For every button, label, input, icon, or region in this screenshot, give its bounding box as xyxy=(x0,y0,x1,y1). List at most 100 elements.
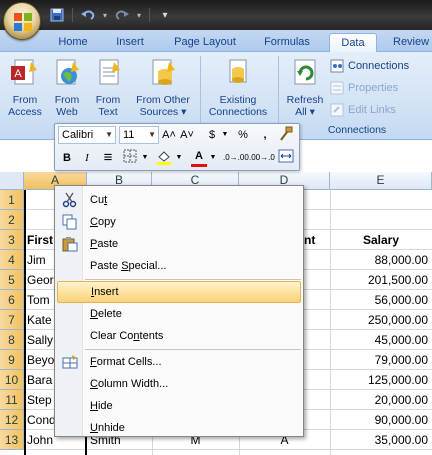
chevron-down-icon[interactable]: ▾ xyxy=(101,6,109,24)
unhide-accelerator: U xyxy=(90,422,98,434)
shrink-font-button[interactable]: A˅ xyxy=(179,126,195,144)
chevron-down-icon[interactable]: ▼ xyxy=(141,149,149,167)
row-header-6[interactable]: 6 xyxy=(0,290,24,310)
tab-insert[interactable]: Insert xyxy=(107,33,153,52)
font-size-select[interactable]: 11 ▼ xyxy=(119,126,159,144)
clear-label-post: tents xyxy=(139,330,164,342)
cell-e13[interactable]: 35,000.00 xyxy=(330,430,432,450)
from-access-button[interactable]: A From Access xyxy=(4,56,46,118)
format-painter-button[interactable] xyxy=(277,126,295,144)
cell-e6[interactable]: 56,000.00 xyxy=(330,290,432,310)
redo-icon[interactable] xyxy=(113,6,131,24)
cell-e10[interactable]: 125,000.00 xyxy=(330,370,432,390)
increase-decimal-button[interactable]: .0→.00 xyxy=(223,149,249,167)
delete-accelerator: D xyxy=(90,308,98,320)
chevron-down-icon[interactable]: ▼ xyxy=(175,149,183,167)
row-header-5[interactable]: 5 xyxy=(0,270,24,290)
menu-item-paste[interactable]: Paste xyxy=(57,233,301,255)
menu-item-paste-special[interactable]: Paste Special... xyxy=(57,255,301,277)
undo-icon[interactable] xyxy=(79,6,97,24)
cell-e4[interactable]: 88,000.00 xyxy=(330,250,432,270)
cell-e11[interactable]: 20,000.00 xyxy=(330,390,432,410)
unhide-label-post: nhide xyxy=(97,422,125,434)
menu-item-unhide[interactable]: Unhide xyxy=(57,417,301,439)
currency-button[interactable]: $ xyxy=(205,126,219,144)
connections-group-label: Connections xyxy=(327,124,387,136)
tab-formulas[interactable]: Formulas xyxy=(255,33,319,52)
font-color-button[interactable]: A xyxy=(191,147,207,167)
cell-e3[interactable]: Salary xyxy=(330,230,432,250)
menu-item-insert[interactable]: Insert xyxy=(57,281,301,303)
comma-button[interactable]: , xyxy=(259,126,271,144)
existing-connections-icon xyxy=(229,59,247,83)
tab-data[interactable]: Data xyxy=(329,33,377,53)
svg-text:A: A xyxy=(14,68,22,80)
properties-button[interactable]: Properties xyxy=(330,78,398,98)
hide-label-post: ide xyxy=(97,400,113,412)
copy-icon xyxy=(62,214,77,230)
menu-item-format-cells[interactable]: Format Cells... xyxy=(57,351,301,373)
row-header-11[interactable]: 11 xyxy=(0,390,24,410)
tab-page-layout[interactable]: Page Layout xyxy=(165,33,245,52)
cell-d3[interactable]: nt xyxy=(304,230,330,250)
from-web-button[interactable]: From Web xyxy=(47,56,87,118)
refresh-all-button[interactable]: Refresh All ▾ xyxy=(282,56,328,118)
fill-color-button[interactable] xyxy=(155,149,173,167)
tab-review[interactable]: Review xyxy=(387,33,432,52)
menu-item-delete[interactable]: Delete xyxy=(57,303,301,325)
bold-button[interactable]: B xyxy=(59,149,75,167)
tab-home[interactable]: Home xyxy=(49,33,97,52)
from-other-sources-button[interactable]: From Other Sources ▾ xyxy=(130,56,196,118)
paste-special-label-pre: Paste xyxy=(90,260,122,272)
percent-button[interactable]: % xyxy=(235,126,251,144)
menu-item-clear-contents[interactable]: Clear Contents xyxy=(57,325,301,347)
row-header-1[interactable]: 1 xyxy=(0,190,24,210)
row-header-4[interactable]: 4 xyxy=(0,250,24,270)
row-header-2[interactable]: 2 xyxy=(0,210,24,230)
save-icon[interactable] xyxy=(48,6,66,24)
cell-e7[interactable]: 250,000.00 xyxy=(330,310,432,330)
menu-item-cut[interactable]: Cut xyxy=(57,189,301,211)
font-name-value: Calibri xyxy=(62,129,94,141)
paintbrush-icon xyxy=(280,126,293,141)
grow-font-button[interactable]: A˄ xyxy=(161,126,177,144)
chevron-down-icon[interactable]: ▾ xyxy=(135,6,143,24)
merge-center-button[interactable] xyxy=(277,149,295,167)
edit-links-button[interactable]: Edit Links xyxy=(330,100,396,120)
borders-button[interactable] xyxy=(121,149,139,167)
menu-item-copy[interactable]: Copy xyxy=(57,211,301,233)
decrease-decimal-button[interactable]: .00→.0 xyxy=(249,149,275,167)
row-header-9[interactable]: 9 xyxy=(0,350,24,370)
paste-special-accelerator: S xyxy=(121,260,129,272)
existing-line1: Existing xyxy=(219,94,257,106)
cell-e12[interactable]: 90,000.00 xyxy=(330,410,432,430)
row-header-3[interactable]: 3 xyxy=(0,230,24,250)
chevron-down-icon[interactable]: ▼ xyxy=(221,126,229,144)
select-all-corner[interactable] xyxy=(0,172,24,190)
existing-connections-button[interactable]: Existing Connections xyxy=(203,56,273,118)
menu-item-hide[interactable]: Hide xyxy=(57,395,301,417)
chevron-down-icon[interactable]: ▼ xyxy=(209,149,217,167)
column-header-e[interactable]: E xyxy=(330,172,432,190)
font-name-select[interactable]: Calibri ▼ xyxy=(58,126,116,144)
row-header-8[interactable]: 8 xyxy=(0,330,24,350)
office-button[interactable] xyxy=(3,2,41,40)
row-header-12[interactable]: 12 xyxy=(0,410,24,430)
center-align-button[interactable]: ≡ xyxy=(99,149,117,167)
cell-e5[interactable]: 201,500.00 xyxy=(330,270,432,290)
cell-e9[interactable]: 79,000.00 xyxy=(330,350,432,370)
from-text-button[interactable]: From Text xyxy=(88,56,128,118)
refresh-icon xyxy=(294,59,316,85)
customize-qat-icon[interactable]: ▾ xyxy=(156,6,174,24)
connections-button[interactable]: Connections xyxy=(330,56,409,76)
row-header-7[interactable]: 7 xyxy=(0,310,24,330)
borders-icon xyxy=(123,149,137,163)
refresh-line1: Refresh xyxy=(286,94,324,106)
cut-accelerator: t xyxy=(104,194,108,206)
italic-button[interactable]: I xyxy=(79,149,95,167)
menu-item-column-width[interactable]: Column Width... xyxy=(57,373,301,395)
chevron-down-icon: ▼ xyxy=(148,130,156,139)
row-header-13[interactable]: 13 xyxy=(0,430,24,450)
row-header-10[interactable]: 10 xyxy=(0,370,24,390)
cell-e8[interactable]: 45,000.00 xyxy=(330,330,432,350)
